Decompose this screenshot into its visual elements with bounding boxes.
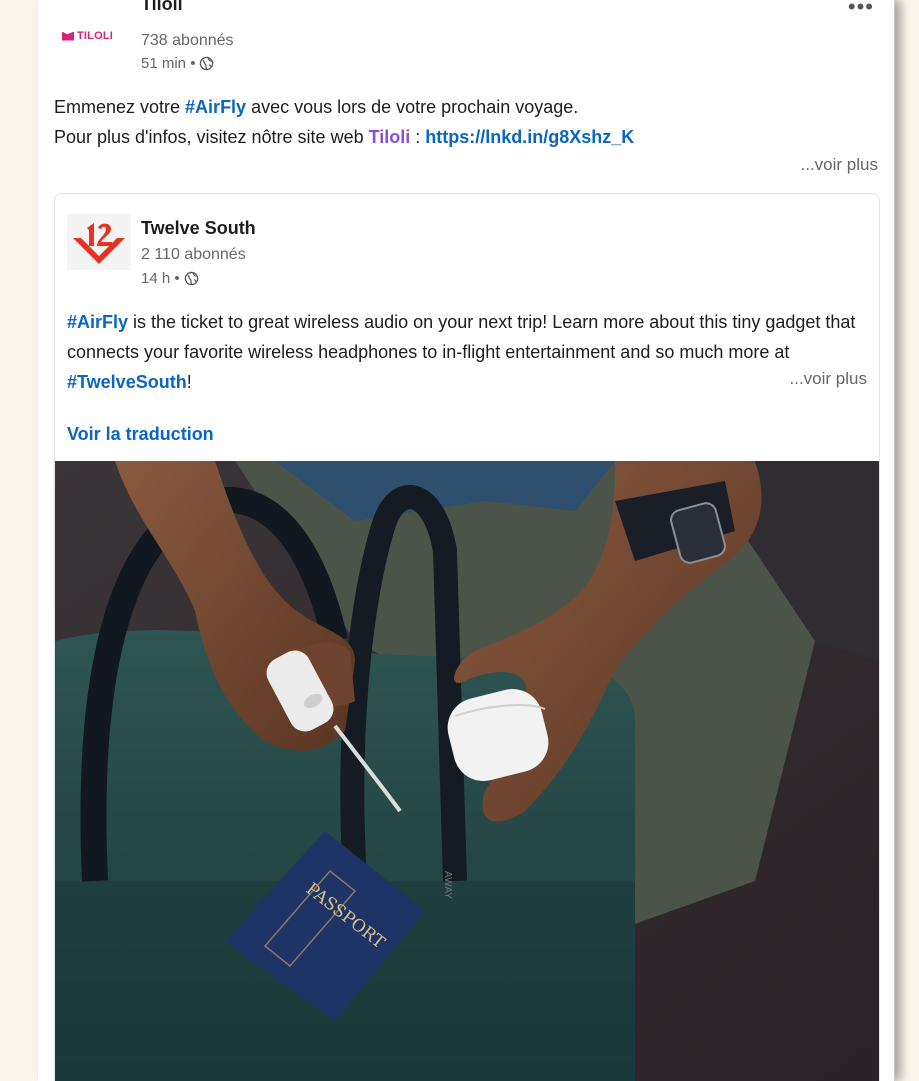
see-more-button[interactable]: ...voir plus [801, 155, 878, 175]
post-text-line-1: Emmenez votre #AirFly avec vous lors de … [54, 92, 884, 122]
tiloli-logo-text: TILOLI [77, 30, 114, 42]
post-text-fragment: avec vous lors de votre prochain voyage. [246, 97, 579, 117]
hashtag-twelvesouth-link[interactable]: #TwelveSouth [67, 372, 187, 392]
tiloli-logo[interactable]: TILOLI [62, 28, 126, 44]
post-body-text: Emmenez votre #AirFly avec vous lors de … [54, 92, 884, 152]
shared-text-fragment: ! [186, 372, 192, 392]
shared-author-name[interactable]: Twelve South [141, 218, 256, 239]
hashtag-airfly-link[interactable]: #AirFly [185, 97, 246, 117]
post-text-fragment: : [410, 127, 426, 147]
author-name[interactable]: Tiloli [141, 0, 183, 15]
shared-post-time: 14 h • [141, 270, 180, 287]
shared-author-followers: 2 110 abonnés [141, 246, 246, 263]
feed-post-card: ••• TILOLI Tiloli 738 abonnés 51 min • E… [38, 0, 895, 1081]
globe-icon [200, 56, 214, 71]
external-link[interactable]: https://lnkd.in/g8Xshz_K [425, 127, 634, 147]
post-meta: 51 min • [141, 55, 214, 72]
post-text-fragment: Pour plus d'infos, visitez nôtre site we… [54, 127, 369, 147]
shared-see-more-button[interactable]: ...voir plus [790, 369, 867, 389]
post-image[interactable]: PASSPORT AWAY [55, 461, 879, 1081]
author-followers: 738 abonnés [141, 32, 234, 49]
post-more-menu-button[interactable]: ••• [848, 0, 874, 20]
tiloli-logo-mark-icon [62, 31, 74, 41]
twelve-south-logo-icon[interactable] [67, 214, 131, 270]
post-text-fragment: Emmenez votre [54, 97, 186, 117]
globe-icon [184, 271, 198, 286]
shared-post-body-text: #AirFly is the ticket to great wireless … [67, 307, 867, 397]
shared-text-fragment: is the ticket to great wireless audio on… [67, 312, 856, 362]
post-image-illustration: PASSPORT AWAY [55, 461, 879, 1081]
post-time: 51 min • [141, 55, 196, 72]
see-translation-link[interactable]: Voir la traduction [67, 424, 214, 445]
shared-post-card[interactable]: Twelve South 2 110 abonnés 14 h • #AirFl… [54, 193, 880, 1081]
bag-label-text: AWAY [442, 871, 453, 899]
post-text-line-2: Pour plus d'infos, visitez nôtre site we… [54, 122, 884, 152]
tiloli-mention-link[interactable]: Tiloli [369, 127, 411, 147]
shared-post-meta: 14 h • [141, 270, 199, 287]
hashtag-airfly-link[interactable]: #AirFly [67, 312, 128, 332]
post-header: TILOLI Tiloli 738 abonnés 51 min • [62, 0, 562, 80]
